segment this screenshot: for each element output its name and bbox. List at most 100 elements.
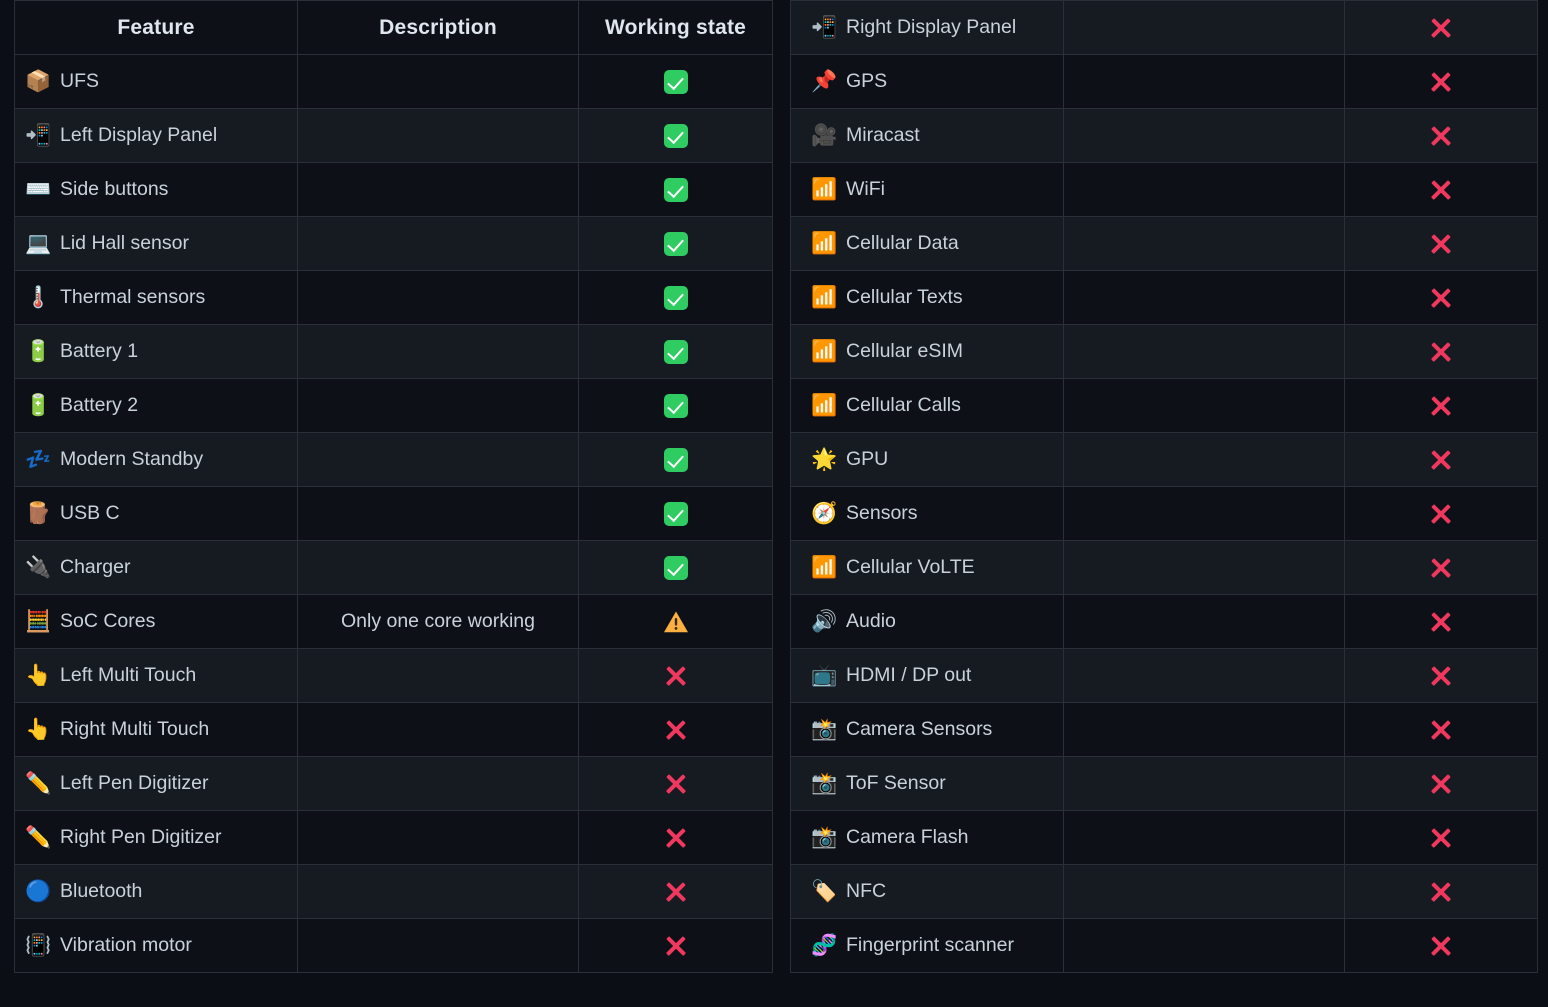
feature-name-cell: 📸Camera Flash (791, 811, 1064, 865)
table-row: 🪵USB C (15, 487, 773, 541)
column-header-feature: Feature (15, 1, 298, 55)
status-badge (589, 379, 762, 432)
electric-plug-icon: 🔌 (25, 557, 49, 578)
working-state-cell (579, 919, 773, 973)
table-row: 📶Cellular eSIM (791, 325, 1538, 379)
working-state-cell (579, 325, 773, 379)
status-fail-icon (1428, 555, 1454, 581)
left-feature-table-container: Feature Description Working state 📦UFS📲L… (14, 0, 772, 973)
cellular-icon: 📶 (811, 341, 835, 362)
working-state-cell (1345, 109, 1538, 163)
working-state-cell (1345, 757, 1538, 811)
feature-label: Left Display Panel (60, 126, 217, 146)
feature-name-cell: 👆Left Multi Touch (15, 649, 298, 703)
description-cell (1064, 865, 1345, 919)
feature-label: WiFi (846, 180, 885, 200)
status-ok-icon (664, 502, 688, 526)
compass-icon: 🧭 (811, 503, 835, 524)
table-row: 🧬 Fingerprint scanner (791, 919, 1538, 973)
feature-label: Battery 1 (60, 342, 138, 362)
feature-name-cell: 📶 WiFi (791, 163, 1064, 217)
table-row: 📶Cellular Texts (791, 271, 1538, 325)
working-state-cell (579, 703, 773, 757)
cellular-icon: 📶 (811, 179, 835, 200)
feature-name-cell: 📲Left Display Panel (15, 109, 298, 163)
status-badge (1355, 649, 1527, 702)
status-badge (1355, 55, 1527, 108)
speaker-icon: 🔊 (811, 611, 835, 632)
working-state-cell (579, 217, 773, 271)
status-fail-icon (1428, 663, 1454, 689)
feature-label: Side buttons (60, 180, 168, 200)
status-fail-icon (1428, 879, 1454, 905)
working-state-cell (1345, 433, 1538, 487)
table-row: 🏷️NFC (791, 865, 1538, 919)
feature-name-cell: ✏️Left Pen Digitizer (15, 757, 298, 811)
feature-name-cell: 📸Camera Sensors (791, 703, 1064, 757)
status-ok-icon (664, 448, 688, 472)
status-badge (1355, 325, 1527, 378)
feature-label: Right Pen Digitizer (60, 828, 221, 848)
feature-label: Camera Sensors (846, 720, 992, 740)
status-ok-icon (664, 124, 688, 148)
feature-name-cell: 🧬 Fingerprint scanner (791, 919, 1064, 973)
cellular-icon: 📶 (811, 395, 835, 416)
table-row: 🔋Battery 1 (15, 325, 773, 379)
cellular-icon: 📶 (811, 557, 835, 578)
table-row: ✏️Right Pen Digitizer (15, 811, 773, 865)
status-badge (1355, 919, 1527, 972)
status-badge (589, 919, 762, 972)
pushpin-icon: 📌 (811, 71, 835, 92)
status-fail-icon (663, 717, 689, 743)
status-fail-icon (663, 879, 689, 905)
status-badge (589, 109, 762, 162)
status-badge (589, 811, 762, 864)
table-row: ⌨️Side buttons (15, 163, 773, 217)
feature-name-cell: 📲Right Display Panel (791, 1, 1064, 55)
table-row: 💤Modern Standby (15, 433, 773, 487)
left-feature-table: Feature Description Working state 📦UFS📲L… (14, 0, 773, 973)
status-ok-icon (664, 286, 688, 310)
status-fail-icon (1428, 123, 1454, 149)
working-state-cell (1345, 487, 1538, 541)
status-fail-icon (663, 825, 689, 851)
status-fail-icon (663, 771, 689, 797)
status-badge (1355, 865, 1527, 918)
status-fail-icon (1428, 717, 1454, 743)
status-ok-icon (664, 70, 688, 94)
feature-label: Audio (846, 612, 896, 632)
feature-label: Camera Flash (846, 828, 968, 848)
description-cell (1064, 379, 1345, 433)
working-state-cell (579, 109, 773, 163)
feature-label: Left Multi Touch (60, 666, 196, 686)
feature-name-cell: ⌨️Side buttons (15, 163, 298, 217)
feature-label: Cellular Data (846, 234, 959, 254)
sleep-icon: 💤 (25, 449, 49, 470)
feature-label: Cellular Texts (846, 288, 963, 308)
feature-label: Fingerprint scanner (846, 936, 1014, 956)
table-row: 🌟GPU (791, 433, 1538, 487)
description-cell (1064, 163, 1345, 217)
table-row: 📌GPS (791, 55, 1538, 109)
working-state-cell (579, 55, 773, 109)
working-state-cell (579, 865, 773, 919)
description-cell (298, 757, 579, 811)
status-badge (1355, 217, 1527, 270)
feature-name-cell: 👆Right Multi Touch (15, 703, 298, 757)
table-row: 📳Vibration motor (15, 919, 773, 973)
working-state-cell (1345, 919, 1538, 973)
working-state-cell (579, 487, 773, 541)
feature-name-cell: 🌡️Thermal sensors (15, 271, 298, 325)
vibration-icon: 📳 (25, 935, 49, 956)
working-state-cell (579, 433, 773, 487)
description-cell (298, 325, 579, 379)
hand-touch-icon: 👆 (25, 719, 49, 740)
table-row: 📸Camera Flash (791, 811, 1538, 865)
description-cell (298, 865, 579, 919)
status-badge (589, 325, 762, 378)
mobile-display-icon: 📲 (811, 17, 835, 38)
dna-icon: 🧬 (811, 935, 835, 956)
feature-name-cell: 🪵USB C (15, 487, 298, 541)
table-row: 📲Right Display Panel (791, 1, 1538, 55)
table-row: 🎥Miracast (791, 109, 1538, 163)
